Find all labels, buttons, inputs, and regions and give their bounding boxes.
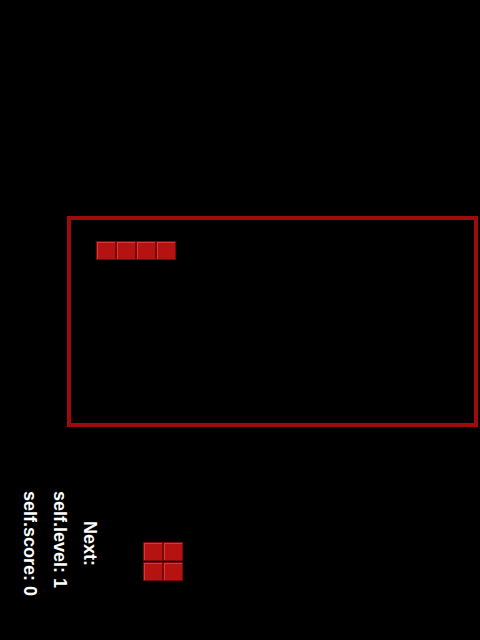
next-grid — [143, 542, 223, 622]
level-column: self.level: 1 — [50, 491, 70, 611]
level-label: self.level: 1 — [50, 491, 70, 588]
piece-block — [143, 542, 163, 561]
next-column: Next: — [80, 521, 100, 640]
hud: self.score: 0 self.level: 1 Next: — [0, 491, 480, 640]
score-column: self.score: 0 — [20, 491, 40, 611]
next-label: Next: — [80, 521, 100, 566]
piece-block — [116, 241, 136, 260]
piece-block — [163, 542, 183, 561]
piece-block — [143, 562, 163, 581]
score-label: self.score: 0 — [20, 491, 40, 596]
piece-block — [136, 241, 156, 260]
piece-block — [163, 562, 183, 581]
piece-block — [156, 241, 176, 260]
game-board — [67, 216, 478, 427]
next-preview — [143, 542, 223, 622]
board-grid — [96, 241, 474, 401]
piece-block — [96, 241, 116, 260]
